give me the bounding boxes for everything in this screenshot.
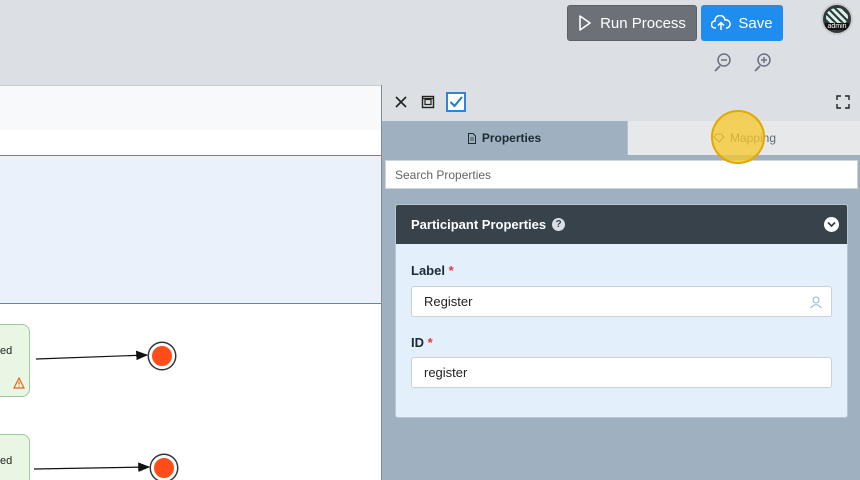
user-icon[interactable] — [809, 295, 823, 309]
run-process-button[interactable]: Run Process — [567, 5, 697, 41]
zoom-in-icon[interactable] — [753, 52, 773, 72]
id-field-text: ID — [411, 335, 424, 350]
sequence-flows — [33, 350, 151, 472]
participant-properties-card: Participant Properties ? Label * ID * — [395, 204, 848, 418]
save-label: Save — [738, 14, 773, 32]
task-node[interactable]: ed — [0, 434, 30, 480]
process-canvas[interactable]: ed ed — [0, 85, 381, 480]
window-icon[interactable] — [418, 92, 438, 112]
avatar-name: admin — [825, 23, 849, 30]
search-input[interactable] — [395, 167, 857, 182]
inspector-panel: Properties Mapping Participant Propertie… — [381, 85, 860, 480]
chevron-down-icon[interactable] — [824, 217, 839, 232]
required-marker: * — [448, 263, 454, 278]
help-icon[interactable]: ? — [552, 218, 566, 231]
section-title: Participant Properties — [411, 217, 547, 232]
task-label: ed — [0, 455, 13, 467]
tab-properties[interactable]: Properties — [382, 121, 626, 155]
card-header[interactable]: Participant Properties ? — [396, 205, 847, 244]
label-field[interactable] — [411, 286, 832, 317]
close-icon[interactable] — [391, 92, 411, 112]
run-process-label: Run Process — [600, 14, 686, 32]
id-field[interactable] — [411, 357, 832, 388]
play-icon — [579, 15, 591, 31]
label-field-text: Label — [411, 263, 445, 278]
tab-properties-label: Properties — [481, 131, 542, 145]
label-field-label: Label * — [411, 263, 454, 278]
end-event[interactable] — [149, 343, 175, 369]
id-input[interactable] — [424, 365, 804, 380]
warning-icon — [13, 377, 25, 389]
task-label: ed — [0, 345, 13, 357]
task-node[interactable]: ed — [0, 324, 30, 397]
document-icon — [467, 132, 476, 144]
label-input[interactable] — [424, 294, 804, 309]
panel-tabs: Properties Mapping — [382, 121, 860, 155]
cloud-upload-icon — [711, 15, 732, 30]
required-marker: * — [427, 335, 433, 350]
top-toolbar: Run Process Save admin — [0, 0, 860, 85]
search-properties-input[interactable] — [385, 160, 858, 189]
panel-toolbar — [382, 85, 860, 121]
sequence-flow-2 — [33, 462, 151, 472]
click-highlight — [711, 110, 765, 164]
save-button[interactable]: Save — [701, 5, 783, 41]
id-field-label: ID * — [411, 335, 433, 350]
end-event[interactable] — [151, 455, 177, 480]
zoom-out-icon[interactable] — [713, 52, 733, 72]
expand-icon[interactable] — [833, 92, 853, 112]
avatar[interactable]: admin — [821, 3, 853, 35]
checkbox-icon[interactable] — [446, 92, 466, 112]
sequence-flow-1 — [35, 350, 149, 361]
